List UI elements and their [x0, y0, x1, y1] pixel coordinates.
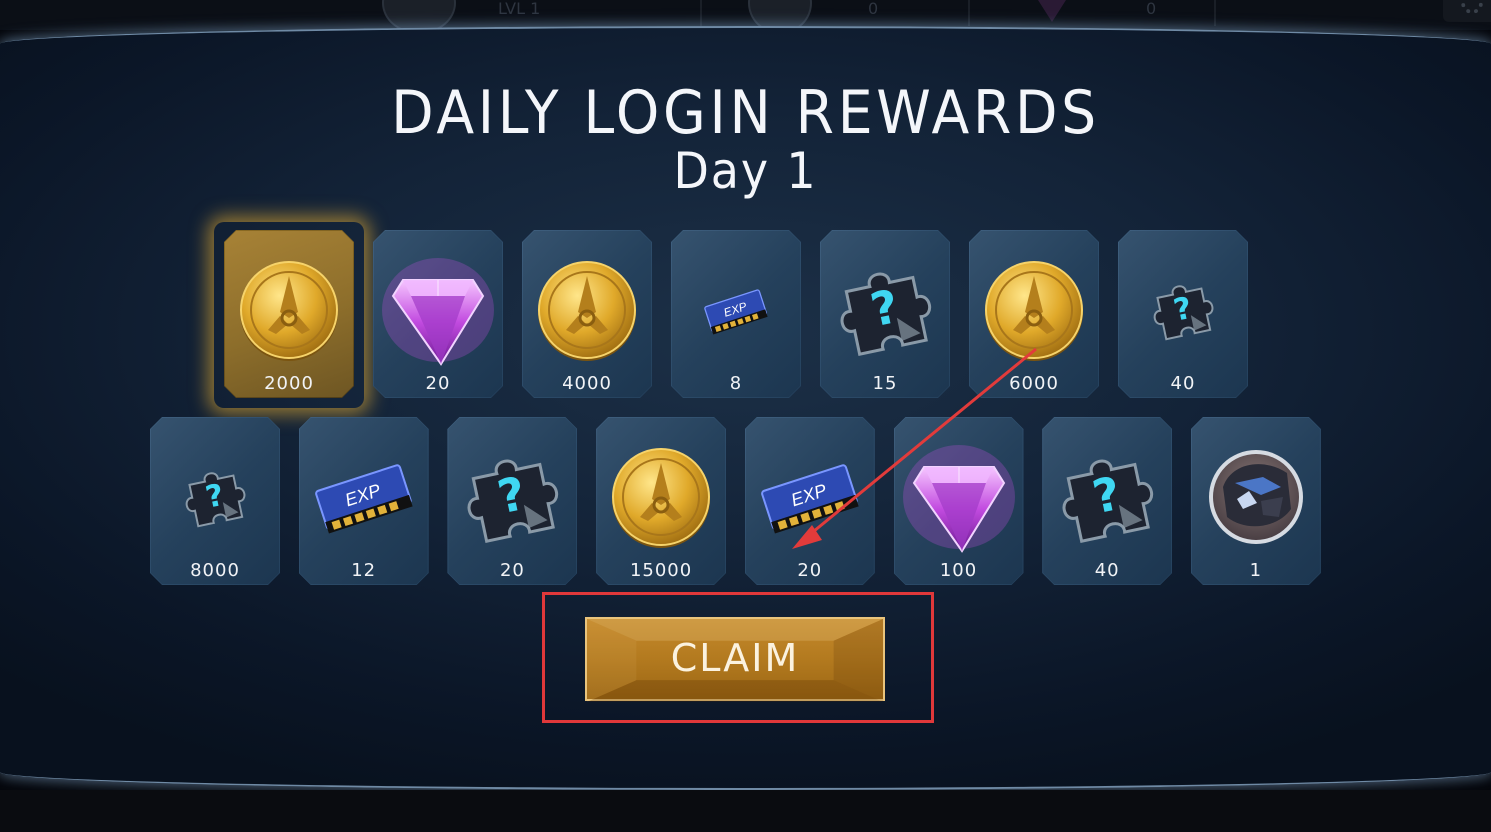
reward-tile: ? 20 [447, 417, 578, 585]
reward-amount: 8000 [190, 560, 240, 581]
reward-amount: 1 [1249, 560, 1263, 581]
reward-tile: ? 15 [820, 230, 950, 398]
reward-tile: 6000 [969, 230, 1099, 398]
reward-tile: 20 [373, 230, 503, 398]
crystal-balance-icon [1038, 0, 1066, 22]
reward-amount: 100 [939, 560, 978, 581]
reward-amount: 40 [1170, 373, 1196, 394]
hud-divider [700, 0, 702, 26]
reward-amount: 2000 [264, 373, 314, 394]
reward-tile: EXP 8 [671, 230, 801, 398]
settings-button[interactable] [1443, 0, 1491, 22]
popup-subtitle: Day 1 [673, 142, 818, 200]
reward-tile: 4000 [522, 230, 652, 398]
reward-amount: 8 [729, 373, 743, 394]
reward-tile: ? 8000 [150, 417, 280, 585]
reward-tile: 15000 [596, 417, 727, 585]
gear-icon [1461, 0, 1483, 14]
reward-tile: ? 40 [1042, 417, 1173, 585]
reward-tile: 2000 [224, 230, 354, 398]
reward-tile: 100 [893, 417, 1024, 585]
hud-divider [968, 0, 970, 26]
reward-amount: 40 [1094, 560, 1120, 581]
claim-button[interactable]: CLAIM [585, 617, 885, 702]
reward-amount: 20 [499, 560, 525, 581]
reward-amount: 4000 [562, 373, 612, 394]
reward-amount: 20 [797, 560, 823, 581]
reward-tile: EXP 20 [744, 417, 875, 585]
popup-title: DAILY LOGIN REWARDS [391, 78, 1100, 148]
crystal-balance: 0 [1146, 0, 1157, 18]
reward-tile: 1 [1190, 417, 1321, 585]
bottom-strip [0, 790, 1491, 832]
reward-tile: ? 40 [1118, 230, 1248, 398]
player-level: LVL 1 [498, 0, 541, 18]
hud-divider [1214, 0, 1216, 26]
reward-amount: 15 [872, 373, 898, 394]
coin-balance: 0 [868, 0, 879, 18]
reward-tile: EXP 12 [298, 417, 429, 585]
reward-amount: 20 [425, 373, 451, 394]
reward-amount: 6000 [1009, 373, 1059, 394]
reward-amount: 12 [351, 560, 377, 581]
claim-label: CLAIM [670, 636, 800, 680]
reward-amount: 15000 [629, 560, 693, 581]
